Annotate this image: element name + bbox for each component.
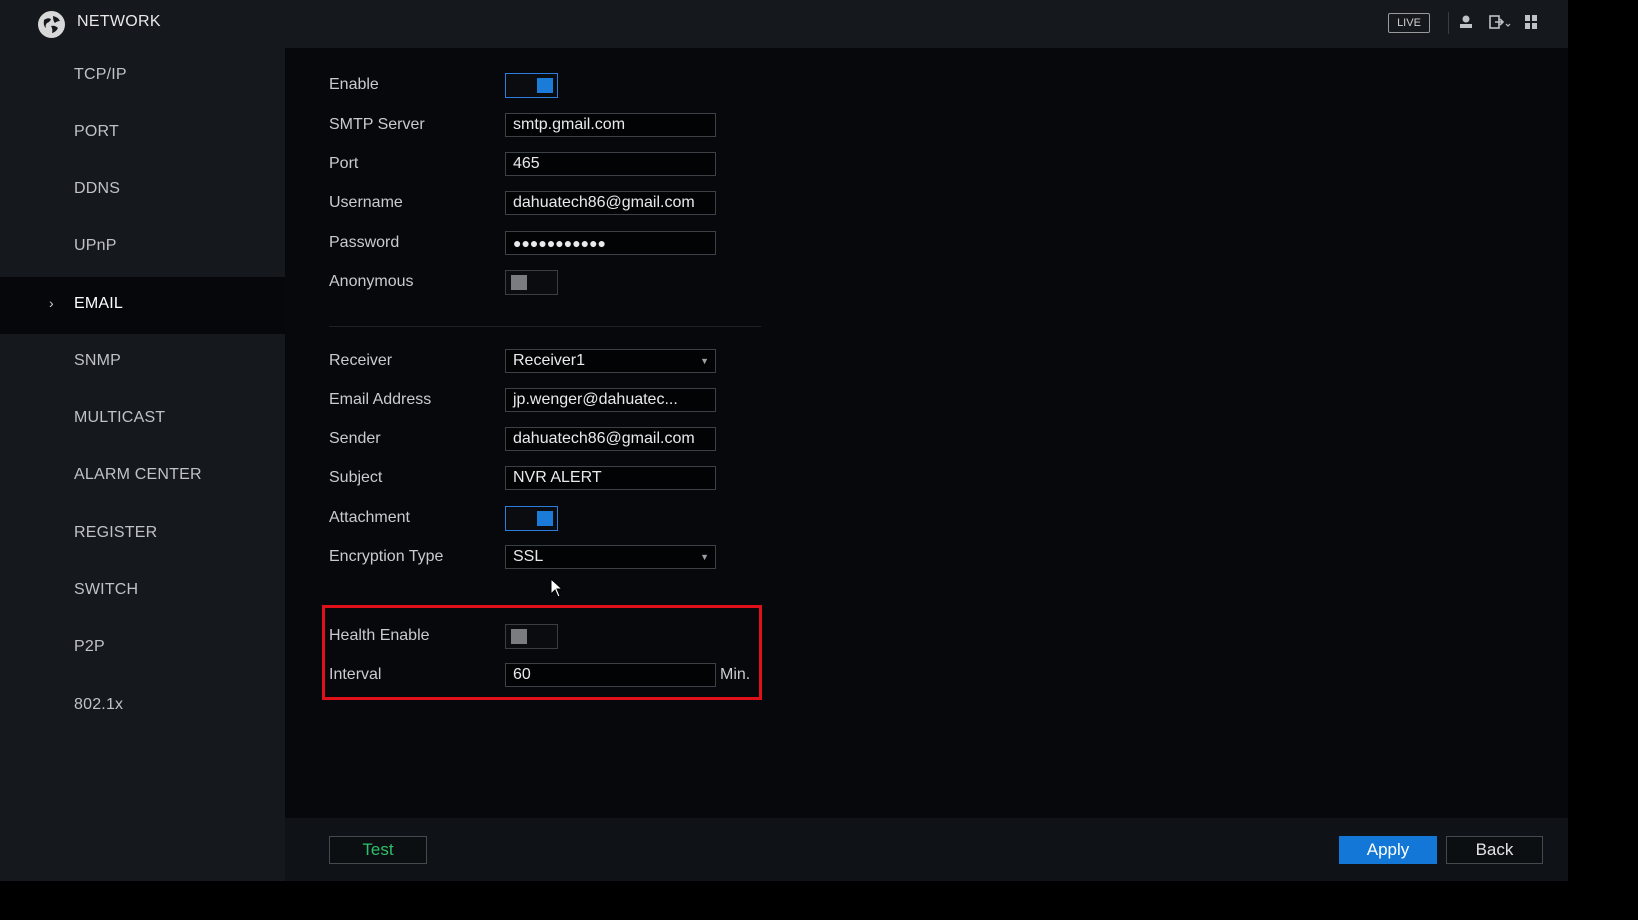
sidebar-item-port[interactable]: PORT bbox=[0, 105, 285, 162]
sidebar-item-label: SWITCH bbox=[74, 581, 139, 598]
sidebar-item-label: ALARM CENTER bbox=[74, 466, 202, 483]
grid-icon[interactable] bbox=[1524, 14, 1538, 35]
chevron-right-icon: › bbox=[49, 295, 54, 311]
smtp-server-input[interactable]: smtp.gmail.com bbox=[505, 113, 716, 137]
mouse-cursor-icon bbox=[550, 577, 564, 603]
back-button[interactable]: Back bbox=[1446, 836, 1543, 864]
toggle-knob bbox=[511, 275, 527, 290]
sidebar-item-label: PORT bbox=[74, 123, 119, 140]
encryption-type-value: SSL bbox=[513, 548, 544, 565]
test-button[interactable]: Test bbox=[329, 836, 427, 864]
apply-button[interactable]: Apply bbox=[1339, 836, 1437, 864]
sidebar-item-ddns[interactable]: DDNS bbox=[0, 162, 285, 219]
sidebar-item-label: DDNS bbox=[74, 180, 121, 197]
sidebar-item-label: SNMP bbox=[74, 352, 122, 369]
enable-label: Enable bbox=[329, 76, 379, 93]
encryption-type-label: Encryption Type bbox=[329, 548, 444, 565]
interval-label: Interval bbox=[329, 666, 382, 683]
subject-input[interactable]: NVR ALERT bbox=[505, 466, 716, 490]
sidebar-item-email[interactable]: › EMAIL bbox=[0, 277, 285, 334]
sidebar-item-label: 802.1x bbox=[74, 696, 124, 713]
encryption-type-select[interactable]: SSL ▼ bbox=[505, 545, 716, 569]
email-address-input[interactable]: jp.wenger@dahuatec... bbox=[505, 388, 716, 412]
sidebar-item-8021x[interactable]: 802.1x bbox=[0, 678, 285, 735]
sidebar-item-snmp[interactable]: SNMP bbox=[0, 334, 285, 391]
sidebar-item-label: TCP/IP bbox=[74, 66, 127, 83]
health-enable-toggle[interactable] bbox=[505, 624, 558, 649]
sidebar-item-multicast[interactable]: MULTICAST bbox=[0, 391, 285, 448]
sidebar-item-label: P2P bbox=[74, 638, 105, 655]
anonymous-toggle[interactable] bbox=[505, 270, 558, 295]
divider bbox=[1448, 12, 1449, 34]
port-input[interactable]: 465 bbox=[505, 152, 716, 176]
sidebar-item-label: EMAIL bbox=[74, 295, 124, 312]
sender-input[interactable]: dahuatech86@gmail.com bbox=[505, 427, 716, 451]
subject-label: Subject bbox=[329, 469, 383, 486]
password-input[interactable]: ●●●●●●●●●●● bbox=[505, 231, 716, 255]
page-title: NETWORK bbox=[77, 13, 161, 30]
caret-down-icon: ▼ bbox=[700, 552, 709, 562]
receiver-value: Receiver1 bbox=[513, 352, 586, 369]
sidebar-item-label: UPnP bbox=[74, 237, 117, 254]
sidebar-item-label: REGISTER bbox=[74, 524, 158, 541]
interval-input[interactable]: 60 bbox=[505, 663, 716, 687]
sidebar-item-p2p[interactable]: P2P bbox=[0, 620, 285, 677]
app-window: NETWORK LIVE TCP/IP PORT DDNS UPnP › EMA… bbox=[0, 0, 1568, 881]
toggle-knob bbox=[537, 511, 553, 526]
email-address-label: Email Address bbox=[329, 391, 432, 408]
sidebar-item-tcpip[interactable]: TCP/IP bbox=[0, 48, 285, 105]
content-panel bbox=[285, 48, 1568, 818]
top-bar: NETWORK LIVE bbox=[0, 0, 1568, 49]
interval-unit: Min. bbox=[720, 666, 751, 683]
toggle-knob bbox=[537, 78, 553, 93]
username-input[interactable]: dahuatech86@gmail.com bbox=[505, 191, 716, 215]
enable-toggle[interactable] bbox=[505, 73, 558, 98]
smtp-server-label: SMTP Server bbox=[329, 116, 425, 133]
sender-label: Sender bbox=[329, 430, 381, 447]
globe-logo-icon bbox=[38, 11, 65, 38]
receiver-label: Receiver bbox=[329, 352, 393, 369]
sidebar-item-register[interactable]: REGISTER bbox=[0, 506, 285, 563]
receiver-select[interactable]: Receiver1 ▼ bbox=[505, 349, 716, 373]
port-label: Port bbox=[329, 155, 359, 172]
anonymous-label: Anonymous bbox=[329, 273, 414, 290]
health-enable-label: Health Enable bbox=[329, 627, 430, 644]
sidebar-item-switch[interactable]: SWITCH bbox=[0, 563, 285, 620]
logout-icon[interactable] bbox=[1489, 14, 1511, 35]
attachment-toggle[interactable] bbox=[505, 506, 558, 531]
password-label: Password bbox=[329, 234, 400, 251]
live-button[interactable]: LIVE bbox=[1388, 13, 1430, 33]
section-divider bbox=[329, 326, 761, 327]
caret-down-icon: ▼ bbox=[700, 356, 709, 366]
user-icon[interactable] bbox=[1459, 14, 1473, 35]
username-label: Username bbox=[329, 194, 403, 211]
sidebar: TCP/IP PORT DDNS UPnP › EMAIL SNMP MULTI… bbox=[0, 48, 285, 881]
toggle-knob bbox=[511, 629, 527, 644]
sidebar-item-label: MULTICAST bbox=[74, 409, 166, 426]
attachment-label: Attachment bbox=[329, 509, 410, 526]
sidebar-item-upnp[interactable]: UPnP bbox=[0, 219, 285, 276]
sidebar-item-alarm-center[interactable]: ALARM CENTER bbox=[0, 448, 285, 505]
